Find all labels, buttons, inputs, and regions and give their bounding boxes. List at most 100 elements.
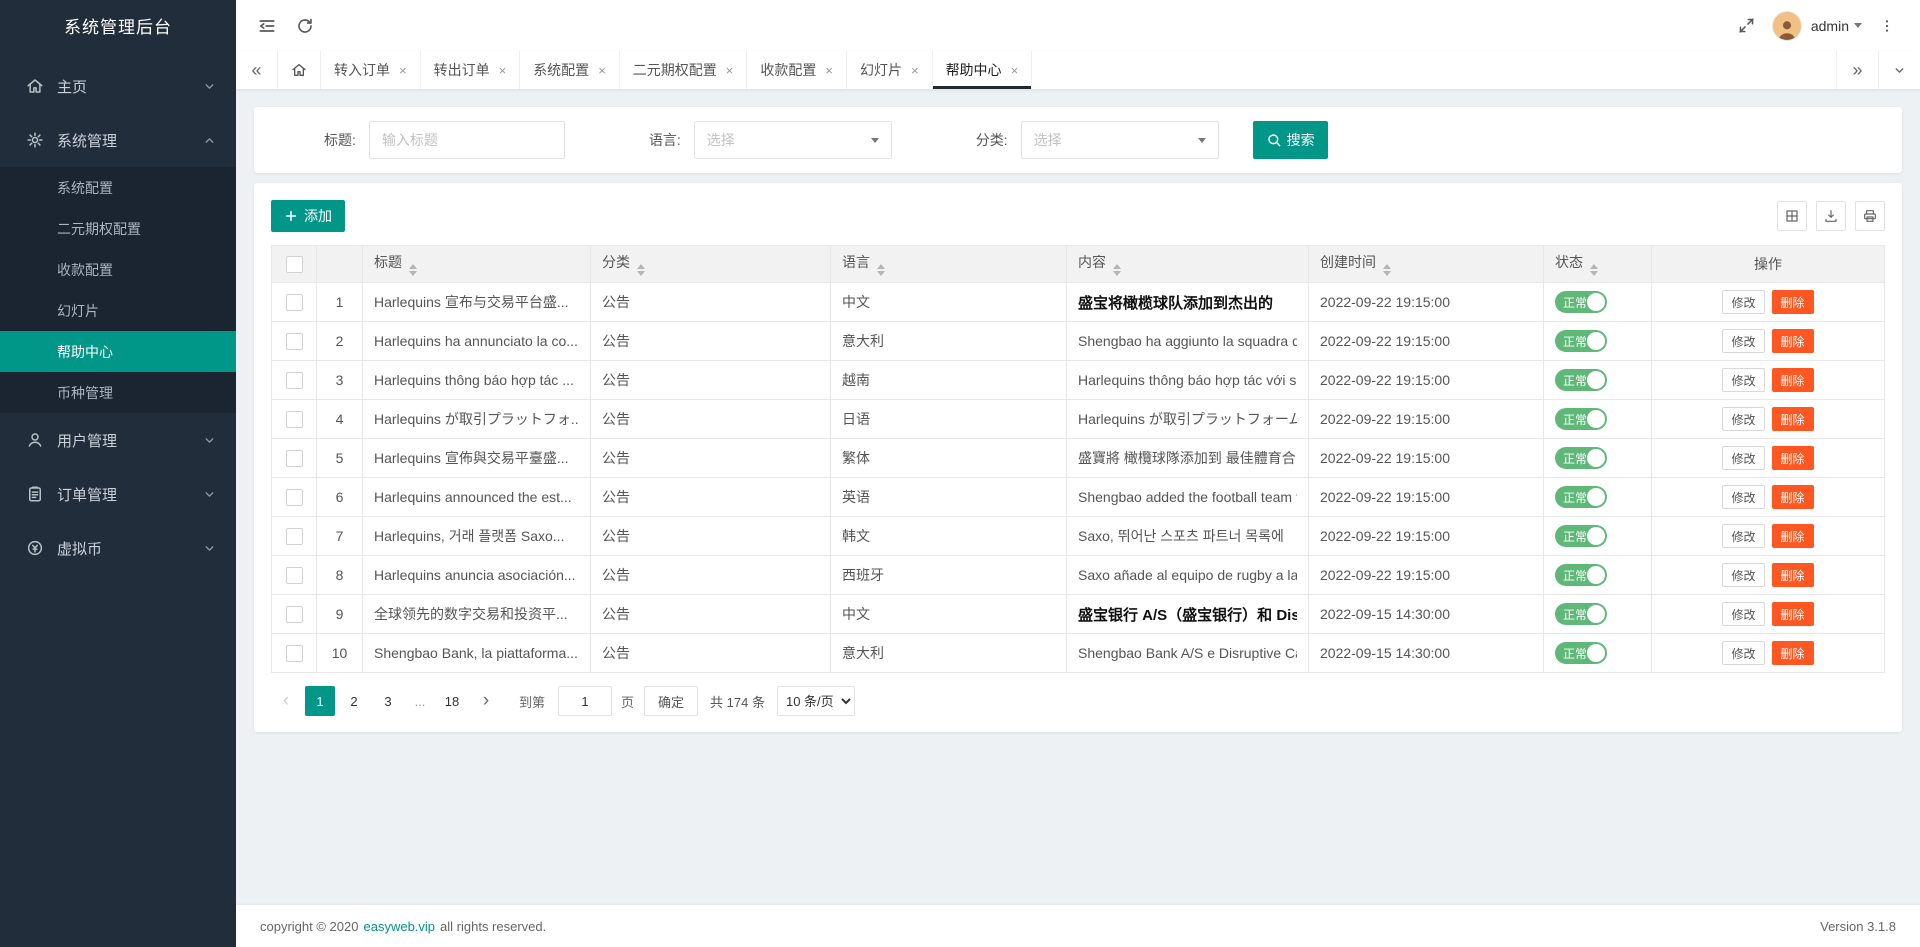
edit-button[interactable]: 修改 xyxy=(1722,485,1764,509)
row-checkbox[interactable] xyxy=(286,411,303,428)
sidebar-item-users[interactable]: 用户管理 xyxy=(0,413,236,467)
edit-button[interactable]: 修改 xyxy=(1722,329,1764,353)
page-button-2[interactable]: 2 xyxy=(339,686,369,716)
tabs-scroll-right-button[interactable]: » xyxy=(1836,51,1878,89)
row-checkbox[interactable] xyxy=(286,450,303,467)
add-button[interactable]: 添加 xyxy=(271,200,345,232)
page-size-select[interactable]: 10 条/页 xyxy=(777,686,855,716)
delete-button[interactable]: 删除 xyxy=(1772,563,1814,587)
delete-button[interactable]: 删除 xyxy=(1772,641,1814,665)
fullscreen-button[interactable] xyxy=(1728,7,1766,45)
columns-toggle-button[interactable] xyxy=(1777,201,1807,231)
sort-control[interactable] xyxy=(1113,264,1121,276)
sort-control[interactable] xyxy=(877,264,885,276)
title-search-input[interactable] xyxy=(369,121,565,159)
edit-button[interactable]: 修改 xyxy=(1722,602,1764,626)
close-icon[interactable]: × xyxy=(1011,64,1019,77)
status-toggle[interactable]: 正常 xyxy=(1555,330,1607,352)
close-icon[interactable]: × xyxy=(911,64,919,77)
status-toggle[interactable]: 正常 xyxy=(1555,447,1607,469)
status-toggle[interactable]: 正常 xyxy=(1555,603,1607,625)
sort-control[interactable] xyxy=(1383,264,1391,276)
tab-slideshow[interactable]: 幻灯片 × xyxy=(847,51,933,89)
delete-button[interactable]: 删除 xyxy=(1772,368,1814,392)
status-toggle[interactable]: 正常 xyxy=(1555,525,1607,547)
delete-button[interactable]: 删除 xyxy=(1772,485,1814,509)
delete-button[interactable]: 删除 xyxy=(1772,290,1814,314)
search-button[interactable]: 搜索 xyxy=(1253,121,1328,159)
submenu-item-help-center[interactable]: 帮助中心 xyxy=(0,331,236,372)
tab-system-config[interactable]: 系统配置 × xyxy=(520,51,620,89)
sort-control[interactable] xyxy=(637,264,645,276)
edit-button[interactable]: 修改 xyxy=(1722,524,1764,548)
next-page-button[interactable]: › xyxy=(471,686,501,716)
export-button[interactable] xyxy=(1816,201,1846,231)
sort-control[interactable] xyxy=(409,264,417,276)
row-checkbox[interactable] xyxy=(286,294,303,311)
more-options-button[interactable] xyxy=(1868,7,1906,45)
tab-binary-option-config[interactable]: 二元期权配置 × xyxy=(620,51,748,89)
sort-control[interactable] xyxy=(1590,264,1598,276)
submenu-item-payment-config[interactable]: 收款配置 xyxy=(0,249,236,290)
select-all-checkbox[interactable] xyxy=(286,256,303,273)
close-icon[interactable]: × xyxy=(726,64,734,77)
page-button-3[interactable]: 3 xyxy=(373,686,403,716)
sidebar-item-home[interactable]: 主页 xyxy=(0,59,236,113)
tabs-menu-button[interactable] xyxy=(1878,51,1920,89)
row-checkbox[interactable] xyxy=(286,489,303,506)
sidebar-item-virtual-currency[interactable]: 虚拟币 xyxy=(0,521,236,575)
user-menu[interactable]: admin xyxy=(1772,11,1862,41)
tab-payment-config[interactable]: 收款配置 × xyxy=(747,51,847,89)
status-toggle[interactable]: 正常 xyxy=(1555,564,1607,586)
delete-button[interactable]: 删除 xyxy=(1772,602,1814,626)
close-icon[interactable]: × xyxy=(499,64,507,77)
tab-transfer-in-orders[interactable]: 转入订单 × xyxy=(321,51,421,89)
edit-button[interactable]: 修改 xyxy=(1722,563,1764,587)
sidebar-item-orders[interactable]: 订单管理 xyxy=(0,467,236,521)
plus-icon xyxy=(284,209,298,223)
sidebar: 系统管理后台 主页 系统管理 系统配置 二元期权配置 收款配置 幻灯片 帮助中心… xyxy=(0,0,236,947)
delete-button[interactable]: 删除 xyxy=(1772,446,1814,470)
collapse-sidebar-button[interactable] xyxy=(248,7,286,45)
tab-help-center[interactable]: 帮助中心 × xyxy=(933,51,1033,89)
tabs-scroll-left-button[interactable]: « xyxy=(236,51,278,89)
print-button[interactable] xyxy=(1855,201,1885,231)
status-toggle[interactable]: 正常 xyxy=(1555,291,1607,313)
close-icon[interactable]: × xyxy=(598,64,606,77)
row-checkbox[interactable] xyxy=(286,606,303,623)
close-icon[interactable]: × xyxy=(399,64,407,77)
row-checkbox[interactable] xyxy=(286,372,303,389)
status-toggle[interactable]: 正常 xyxy=(1555,486,1607,508)
status-toggle[interactable]: 正常 xyxy=(1555,642,1607,664)
goto-confirm-button[interactable]: 确定 xyxy=(644,686,698,716)
delete-button[interactable]: 删除 xyxy=(1772,524,1814,548)
tab-home[interactable] xyxy=(278,51,321,89)
tab-transfer-out-orders[interactable]: 转出订单 × xyxy=(421,51,521,89)
edit-button[interactable]: 修改 xyxy=(1722,368,1764,392)
close-icon[interactable]: × xyxy=(825,64,833,77)
delete-button[interactable]: 删除 xyxy=(1772,329,1814,353)
edit-button[interactable]: 修改 xyxy=(1722,641,1764,665)
page-button-18[interactable]: 18 xyxy=(437,686,467,716)
page-button-1[interactable]: 1 xyxy=(305,686,335,716)
edit-button[interactable]: 修改 xyxy=(1722,446,1764,470)
status-toggle[interactable]: 正常 xyxy=(1555,369,1607,391)
edit-button[interactable]: 修改 xyxy=(1722,407,1764,431)
row-checkbox[interactable] xyxy=(286,333,303,350)
submenu-item-slideshow[interactable]: 幻灯片 xyxy=(0,290,236,331)
delete-button[interactable]: 删除 xyxy=(1772,407,1814,431)
row-checkbox[interactable] xyxy=(286,567,303,584)
row-checkbox[interactable] xyxy=(286,645,303,662)
edit-button[interactable]: 修改 xyxy=(1722,290,1764,314)
goto-page-input[interactable] xyxy=(558,686,612,716)
submenu-item-currency-management[interactable]: 币种管理 xyxy=(0,372,236,413)
copyright-link[interactable]: easyweb.vip xyxy=(363,919,435,934)
sidebar-item-system[interactable]: 系统管理 xyxy=(0,113,236,167)
status-toggle[interactable]: 正常 xyxy=(1555,408,1607,430)
submenu-item-binary-option-config[interactable]: 二元期权配置 xyxy=(0,208,236,249)
language-select[interactable]: 选择 xyxy=(694,121,892,159)
submenu-item-system-config[interactable]: 系统配置 xyxy=(0,167,236,208)
refresh-button[interactable] xyxy=(286,7,324,45)
category-select[interactable]: 选择 xyxy=(1021,121,1219,159)
row-checkbox[interactable] xyxy=(286,528,303,545)
